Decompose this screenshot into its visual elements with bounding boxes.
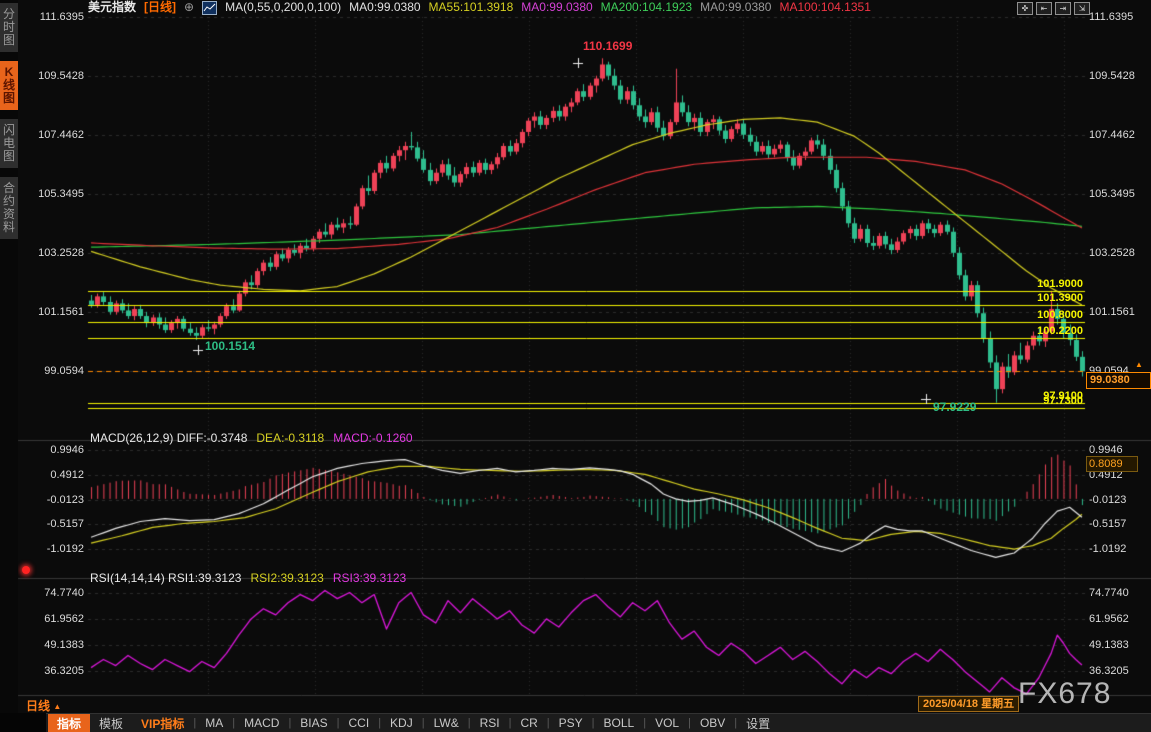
axis-label: -0.0123 bbox=[1089, 494, 1126, 506]
trading-app: 分时图 K线图闪电图合约资料 美元指数 [日线] ⊕ MA(0,55,0,200,0,1… bbox=[0, 0, 1151, 732]
axis-label: 49.1383 bbox=[20, 639, 84, 651]
fit-right-icon[interactable]: ⇥ bbox=[1055, 2, 1071, 15]
price-annotation: 110.1699 bbox=[583, 40, 632, 52]
chevron-up-icon: ▲ bbox=[53, 702, 61, 711]
period-label: 日线 bbox=[26, 699, 50, 713]
axis-label: -0.5157 bbox=[1089, 518, 1126, 530]
toolbar-button-KDJ[interactable]: KDJ bbox=[381, 715, 422, 731]
axis-label: 36.3205 bbox=[20, 665, 84, 677]
chart-canvas[interactable] bbox=[0, 0, 1151, 732]
chart-header: 美元指数 [日线] ⊕ MA(0,55,0,200,0,100) MA0:99.0380… bbox=[88, 1, 871, 14]
macd-header: MACD(26,12,9) DIFF:-0.3748 DEA:-0.3118 MAC… bbox=[90, 431, 413, 445]
axis-label: 99.0594 bbox=[20, 365, 84, 377]
window-buttons: ✜⇤⇥⇲ bbox=[1017, 2, 1090, 15]
axis-label: 105.3495 bbox=[20, 188, 84, 200]
indicator-header-segment: RSI2:39.3123 bbox=[250, 571, 323, 585]
axis-label: 103.2528 bbox=[1089, 247, 1135, 259]
axis-label: 107.4462 bbox=[20, 129, 84, 141]
price-annotation: 97.9229 bbox=[933, 401, 976, 413]
indicator-header-segment: RSI3:39.3123 bbox=[333, 571, 406, 585]
left-sidebar: 分时图 K线图闪电图合约资料 bbox=[0, 0, 18, 732]
toolbar-button-MA[interactable]: MA bbox=[196, 715, 232, 731]
axis-label: 107.4462 bbox=[1089, 129, 1135, 141]
toolbar-button-MACD[interactable]: MACD bbox=[235, 715, 288, 731]
axis-label: 109.5428 bbox=[20, 70, 84, 82]
header-segment: MA(0,55,0,200,0,100) bbox=[225, 1, 341, 14]
axis-label: 101.1561 bbox=[20, 306, 84, 318]
axis-label: 111.6395 bbox=[1089, 11, 1133, 23]
header-segment: 美元指数 bbox=[88, 1, 136, 14]
sidebar-tab-3[interactable]: 合约资料 bbox=[0, 177, 18, 239]
header-segment: MA200:104.1923 bbox=[601, 1, 692, 14]
toolbar-button-OBV[interactable]: OBV bbox=[691, 715, 734, 731]
header-segment: MA0:99.0380 bbox=[349, 1, 420, 14]
toolbar-button-设置[interactable]: 设置 bbox=[737, 714, 779, 732]
bottom-toolbar: 指标模板VIP指标|MA|MACD|BIAS|CCI|KDJ|LW&|RSI|C… bbox=[0, 713, 1151, 732]
axis-label: 101.1561 bbox=[1089, 306, 1135, 318]
toolbar-button-CR[interactable]: CR bbox=[511, 715, 546, 731]
toolbar-button-VOL[interactable]: VOL bbox=[646, 715, 688, 731]
axis-label: 74.7740 bbox=[1089, 587, 1129, 599]
indicator-header-segment: RSI(14,14,14) RSI1:39.3123 bbox=[90, 571, 241, 585]
toolbar-notch bbox=[0, 713, 46, 732]
crosshair-icon[interactable]: ✜ bbox=[1017, 2, 1033, 15]
rsi-header: RSI(14,14,14) RSI1:39.3123 RSI2:39.3123 RS… bbox=[90, 571, 406, 585]
indicator-header-segment: MACD:-0.1260 bbox=[333, 431, 412, 445]
toolbar-button-LW&[interactable]: LW& bbox=[425, 715, 468, 731]
level-label: 97.7300 bbox=[983, 395, 1083, 407]
toolbar-button-VIP指标[interactable]: VIP指标 bbox=[132, 714, 193, 732]
axis-label: 0.9946 bbox=[20, 444, 84, 456]
axis-label: -0.5157 bbox=[20, 518, 84, 530]
level-label: 100.8000 bbox=[983, 309, 1083, 321]
fx678-watermark: FX678 bbox=[1018, 677, 1111, 711]
axis-label: 49.1383 bbox=[1089, 639, 1129, 651]
header-segment: MA0:99.0380 bbox=[700, 1, 771, 14]
current-price-box: 99.0380 bbox=[1086, 372, 1151, 389]
hover-date-box: 2025/04/18 星期五 bbox=[918, 696, 1019, 712]
level-label: 100.2200 bbox=[983, 325, 1083, 337]
header-segment: ⊕ bbox=[184, 1, 194, 14]
toolbar-button-模板[interactable]: 模板 bbox=[90, 714, 132, 732]
price-up-arrow-icon: ▲ bbox=[1135, 360, 1143, 369]
toolbar-button-PSY[interactable]: PSY bbox=[550, 715, 592, 731]
price-annotation: 100.1514 bbox=[205, 340, 255, 352]
toolbar-button-BIAS[interactable]: BIAS bbox=[291, 715, 336, 731]
header-segment: MA100:104.1351 bbox=[779, 1, 870, 14]
axis-label: 61.9562 bbox=[1089, 613, 1129, 625]
axis-label: 103.2528 bbox=[20, 247, 84, 259]
line-chart-icon[interactable] bbox=[202, 1, 217, 15]
axis-label: 61.9562 bbox=[20, 613, 84, 625]
alert-dot-icon bbox=[22, 566, 30, 574]
axis-label: -1.0192 bbox=[1089, 543, 1126, 555]
header-segment: MA55:101.3918 bbox=[429, 1, 514, 14]
macd-value-box: 0.8089 bbox=[1086, 456, 1138, 472]
axis-label: 111.6395 bbox=[20, 11, 84, 23]
sidebar-tab-0[interactable]: 分时图 bbox=[0, 3, 18, 52]
axis-label: 109.5428 bbox=[1089, 70, 1135, 82]
axis-label: -1.0192 bbox=[20, 543, 84, 555]
axis-label: -0.0123 bbox=[20, 494, 84, 506]
axis-label: 0.9946 bbox=[1089, 444, 1123, 456]
level-label: 101.9000 bbox=[983, 278, 1083, 290]
indicator-header-segment: DEA:-0.3118 bbox=[256, 431, 324, 445]
axis-label: 36.3205 bbox=[1089, 665, 1129, 677]
pan-icon[interactable]: ⇲ bbox=[1074, 2, 1090, 15]
toolbar-button-RSI[interactable]: RSI bbox=[471, 715, 509, 731]
axis-label: 0.4912 bbox=[20, 469, 84, 481]
toolbar-button-BOLL[interactable]: BOLL bbox=[595, 715, 644, 731]
sidebar-tab-1[interactable]: K线图 bbox=[0, 61, 18, 110]
fit-left-icon[interactable]: ⇤ bbox=[1036, 2, 1052, 15]
axis-label: 74.7740 bbox=[20, 587, 84, 599]
axis-label: 105.3495 bbox=[1089, 188, 1135, 200]
toolbar-button-CCI[interactable]: CCI bbox=[340, 715, 379, 731]
period-selector[interactable]: 日线 ▲ bbox=[26, 697, 61, 714]
header-segment: MA0:99.0380 bbox=[521, 1, 592, 14]
sidebar-tab-2[interactable]: 闪电图 bbox=[0, 119, 18, 168]
indicator-header-segment: MACD(26,12,9) DIFF:-0.3748 bbox=[90, 431, 247, 445]
toolbar-button-指标[interactable]: 指标 bbox=[48, 714, 90, 732]
level-label: 101.3900 bbox=[983, 292, 1083, 304]
header-segment: [日线] bbox=[144, 1, 176, 14]
